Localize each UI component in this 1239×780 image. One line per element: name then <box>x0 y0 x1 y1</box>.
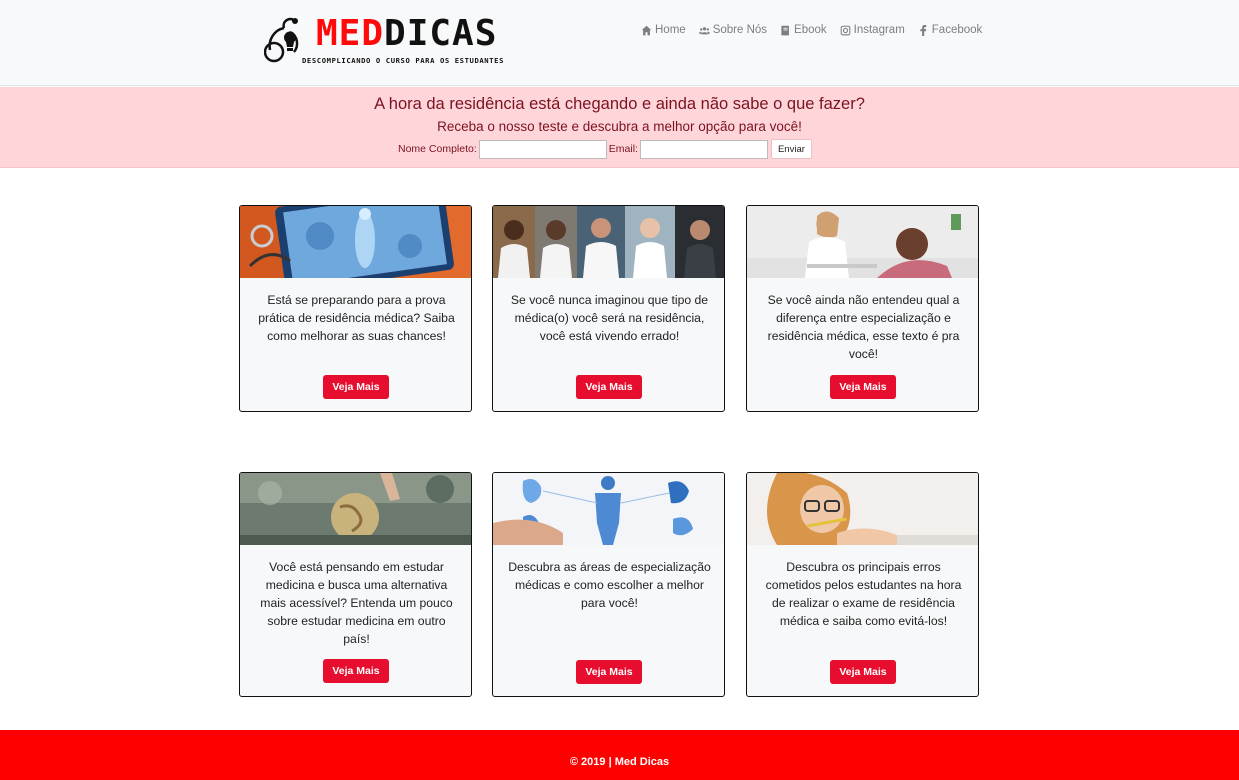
card-image-student <box>747 473 978 545</box>
card-image-anatomy <box>493 473 724 545</box>
site-footer: © 2019 | Med Dicas <box>0 730 1239 780</box>
home-icon <box>641 25 652 35</box>
card-image-tablet <box>240 206 471 278</box>
consultation-image <box>747 206 978 278</box>
submit-button[interactable]: Enviar <box>770 139 812 159</box>
nav-instagram-label: Instagram <box>853 24 905 36</box>
card-text: Descubra os principais erros cometidos p… <box>765 560 962 628</box>
card-text: Se você ainda não entendeu qual a difere… <box>767 293 960 361</box>
card-image-consultation <box>747 206 978 278</box>
stethoscope-icon <box>264 17 299 63</box>
read-more-button[interactable]: Veja Mais <box>323 659 389 683</box>
name-field[interactable] <box>478 139 607 159</box>
article-card: Descubra os principais erros cometidos p… <box>746 472 979 697</box>
main-nav: Home Sobre Nós Ebook Instagram Facebook <box>641 24 982 36</box>
footer-copyright: © 2019 | Med Dicas <box>569 756 670 768</box>
article-card: Se você ainda não entendeu qual a difere… <box>746 205 979 412</box>
facebook-icon <box>920 24 927 36</box>
logo-med: MED <box>316 13 385 54</box>
instagram-icon <box>840 25 850 35</box>
read-more-button[interactable]: Veja Mais <box>830 375 896 399</box>
article-card: Descubra as áreas de especialização médi… <box>492 472 725 697</box>
article-card: Está se preparando para a prova prática … <box>239 205 472 412</box>
banner-subtitle: Receba o nosso teste e descubra a melhor… <box>437 119 802 134</box>
email-label: Email: <box>608 143 638 155</box>
article-card: Você está pensando em estudar medicina e… <box>239 472 472 697</box>
nav-ebook[interactable]: Ebook <box>780 24 827 36</box>
card-text: Você está pensando em estudar medicina e… <box>260 560 453 646</box>
email-field[interactable] <box>639 139 768 159</box>
read-more-button[interactable]: Veja Mais <box>323 375 389 399</box>
logo-tagline: DESCOMPLICANDO O CURSO PARA OS ESTUDANTE… <box>302 56 505 65</box>
book-icon <box>781 25 789 35</box>
nav-about[interactable]: Sobre Nós <box>698 24 768 36</box>
card-image-doctors <box>493 206 724 278</box>
nav-facebook-label: Facebook <box>931 24 983 36</box>
banner-title: A hora da residência está chegando e ain… <box>374 95 865 113</box>
nav-home-label: Home <box>655 24 686 36</box>
users-icon <box>698 26 710 34</box>
card-image-globe <box>240 473 471 545</box>
read-more-button[interactable]: Veja Mais <box>576 375 642 399</box>
nav-home[interactable]: Home <box>641 24 686 36</box>
signup-form: Nome Completo: Email: Enviar <box>398 139 812 159</box>
site-logo[interactable]: MEDDICAS DESCOMPLICANDO O CURSO PARA OS … <box>264 14 504 68</box>
tablet-xray-image <box>240 206 471 278</box>
globe-image <box>240 473 471 545</box>
nav-facebook[interactable]: Facebook <box>918 24 983 36</box>
logo-wordmark: MEDDICAS <box>316 14 497 54</box>
read-more-button[interactable]: Veja Mais <box>830 660 896 684</box>
card-text: Descubra as áreas de especialização médi… <box>508 560 711 610</box>
stressed-student-image <box>747 473 978 545</box>
card-text: Está se preparando para a prova prática … <box>258 293 455 343</box>
tv-doctors-image <box>493 206 724 278</box>
card-text: Se você nunca imaginou que tipo de médic… <box>510 293 709 343</box>
article-card: Se você nunca imaginou que tipo de médic… <box>492 205 725 412</box>
logo-dicas: DICAS <box>384 13 498 54</box>
signup-banner: A hora da residência está chegando e ain… <box>0 87 1239 168</box>
anatomy-image <box>493 473 724 545</box>
name-label: Nome Completo: <box>398 143 477 155</box>
site-header: MEDDICAS DESCOMPLICANDO O CURSO PARA OS … <box>0 0 1239 86</box>
read-more-button[interactable]: Veja Mais <box>576 660 642 684</box>
nav-about-label: Sobre Nós <box>712 24 768 36</box>
nav-instagram[interactable]: Instagram <box>840 24 905 36</box>
nav-ebook-label: Ebook <box>794 24 827 36</box>
